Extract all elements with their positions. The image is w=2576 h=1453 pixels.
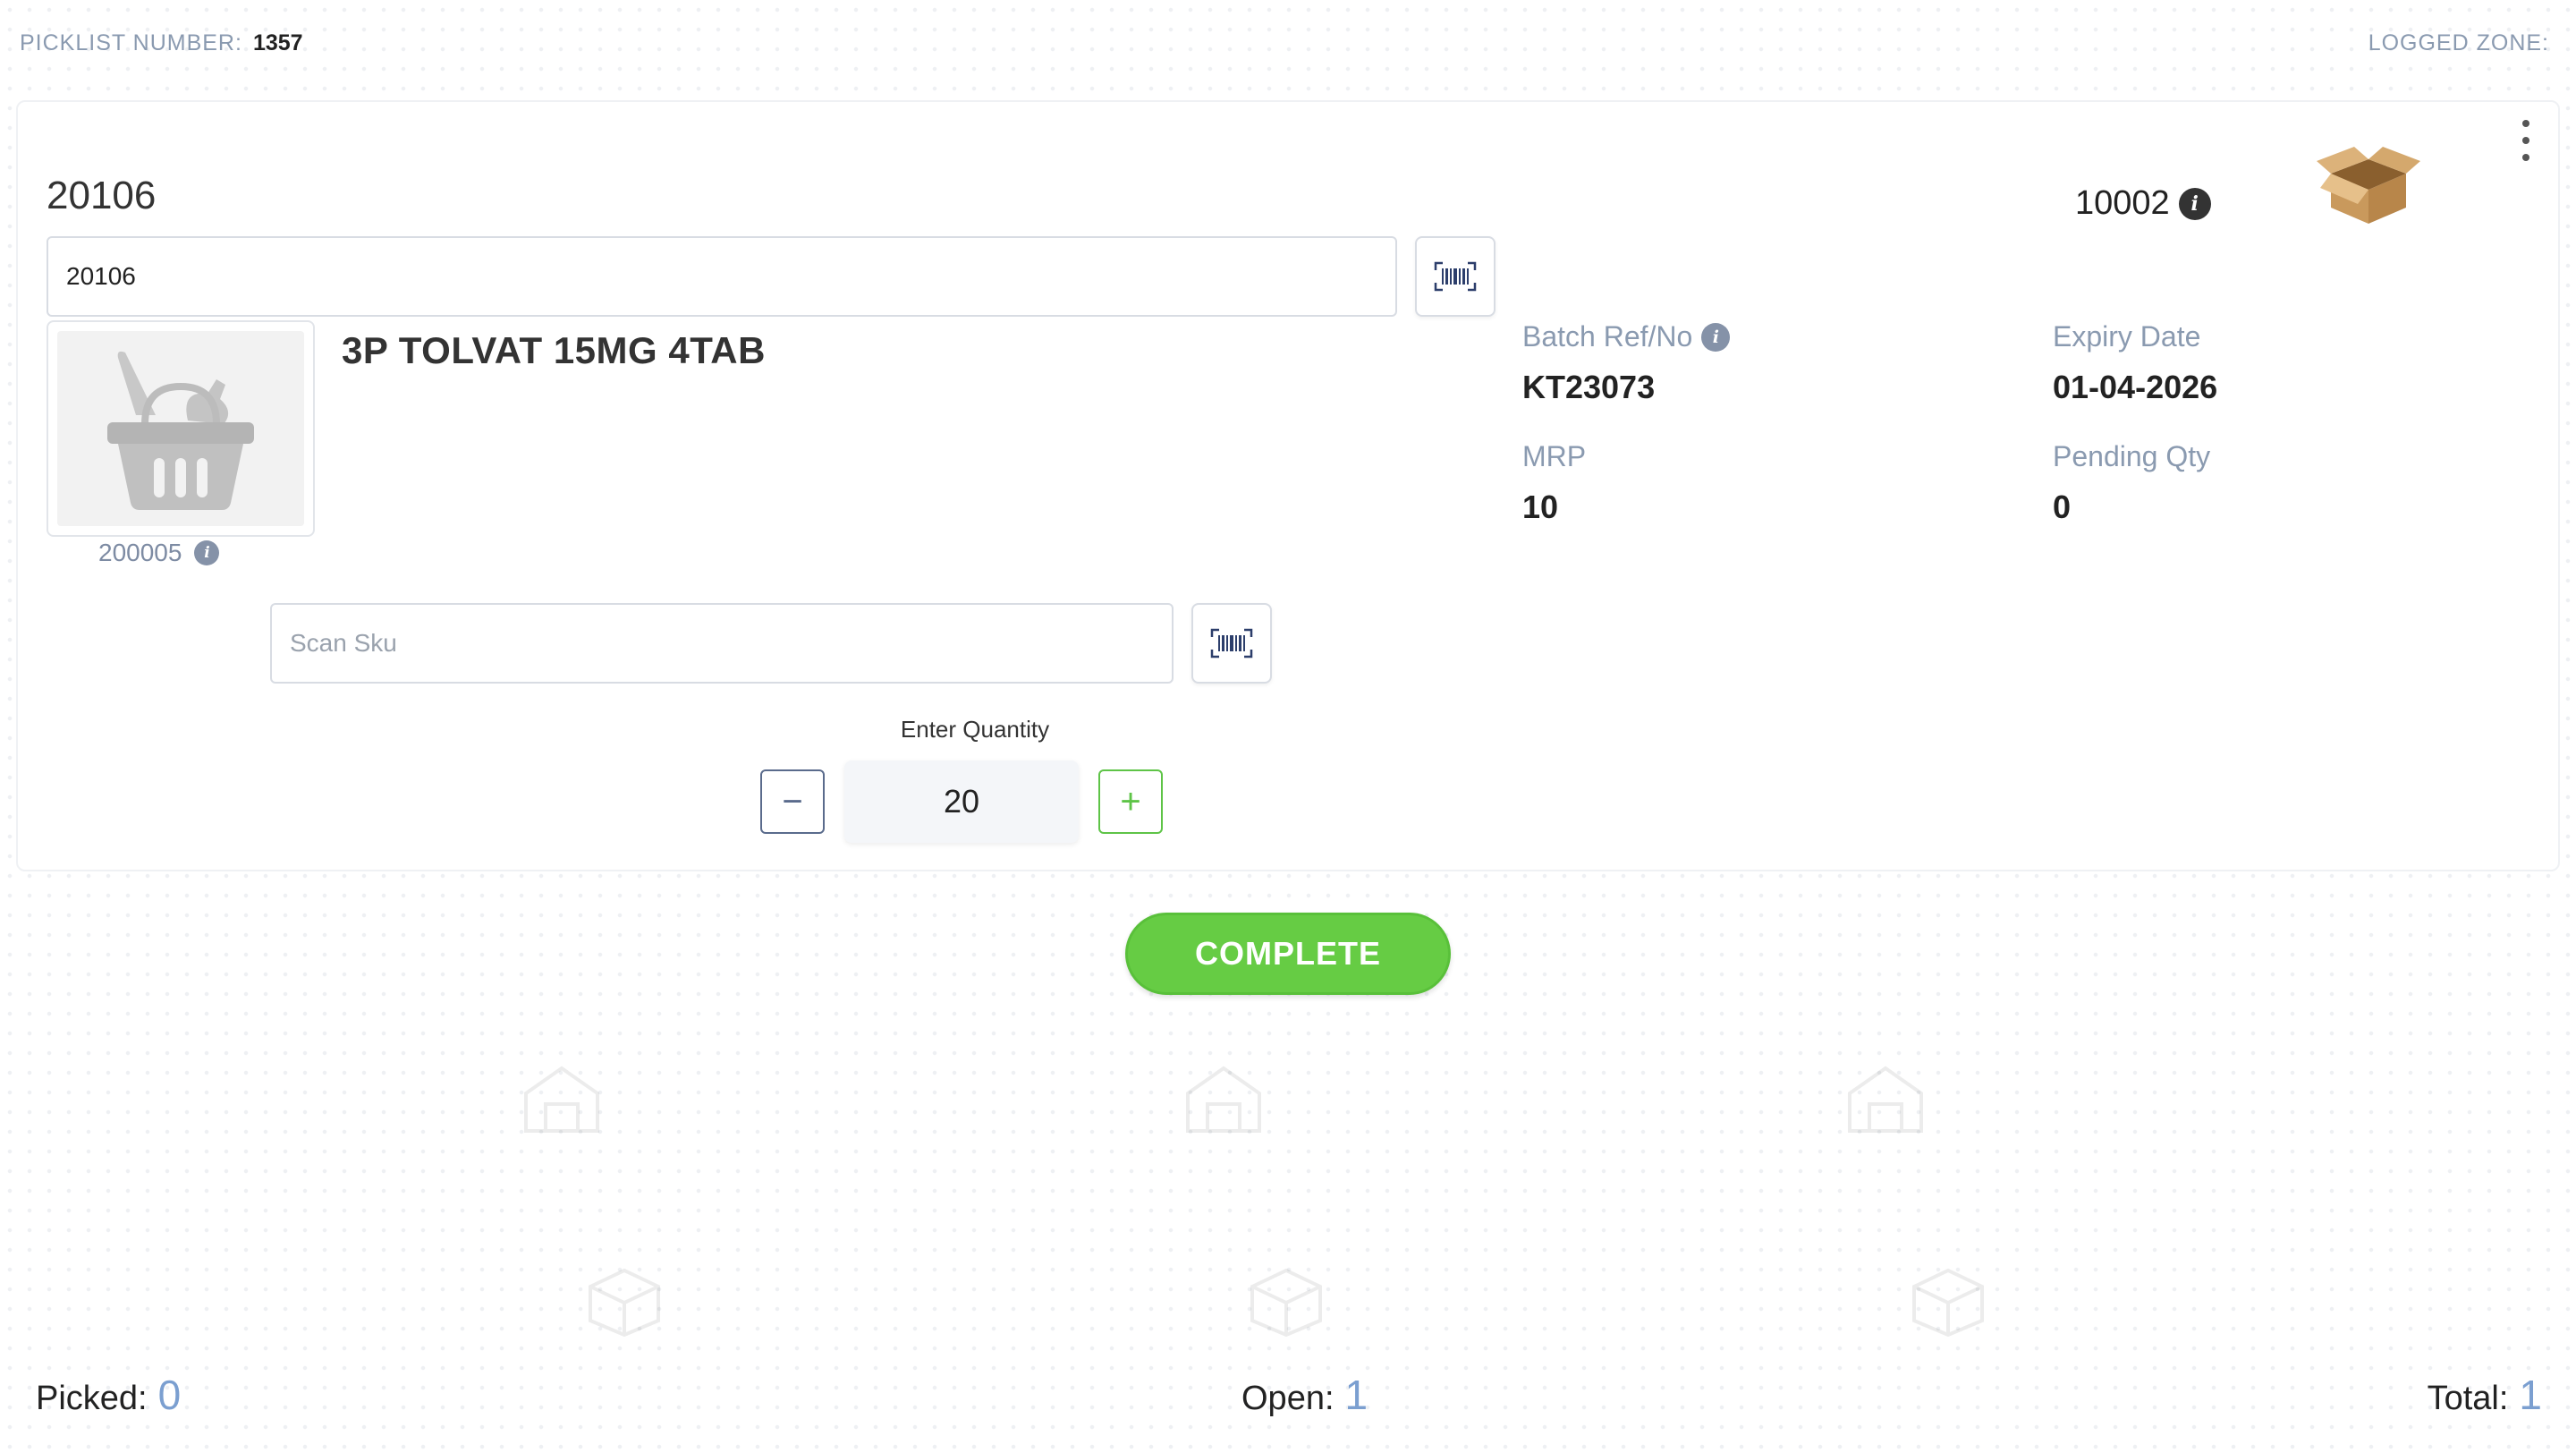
total-label: Total:: [2427, 1380, 2509, 1417]
expiry-value: 01-04-2026: [2053, 369, 2218, 405]
product-name: 3P TOLVAT 15MG 4TAB: [342, 329, 766, 371]
background-box-icon: [1250, 1268, 1322, 1337]
picklist-number: 1357: [252, 30, 303, 55]
background-warehouse-icon: [1848, 1066, 1923, 1133]
enter-quantity-label: Enter Quantity: [900, 716, 1050, 743]
pending-qty-value: 0: [2053, 489, 2072, 525]
barcode-scan-icon: [1210, 628, 1253, 659]
location-input[interactable]: [47, 236, 1397, 317]
logged-zone-label: LOGGED ZONE:: [2368, 30, 2549, 55]
barcode-scan-icon: [1434, 261, 1477, 292]
increase-quantity-button[interactable]: +: [1098, 769, 1163, 834]
tote-info: 10002 i: [2075, 184, 2211, 223]
tote-number: 10002: [2075, 184, 2170, 222]
top-header: PICKLIST NUMBER: 1357 LOGGED ZONE:: [0, 0, 2576, 89]
open-box-icon: [2317, 147, 2420, 224]
sku-code: 200005 i: [98, 539, 220, 567]
batch-info-icon[interactable]: i: [1701, 322, 1731, 352]
more-options-icon[interactable]: [2515, 120, 2537, 161]
quantity-value[interactable]: 20: [844, 760, 1079, 843]
mrp-label: MRP: [1522, 440, 1587, 472]
scan-location-button[interactable]: [1415, 236, 1496, 317]
open-value: 1: [1344, 1372, 1368, 1418]
background-box-icon: [589, 1268, 660, 1337]
background-box-icon: [1912, 1268, 1984, 1337]
expiry-label: Expiry Date: [2053, 320, 2201, 353]
batch-label: Batch Ref/No i: [1522, 320, 1731, 353]
picked-value: 0: [157, 1372, 182, 1418]
picked-count: Picked: 0: [36, 1371, 181, 1419]
background-warehouse-icon: [1186, 1066, 1261, 1133]
tote-info-icon[interactable]: i: [2178, 187, 2211, 220]
scan-sku-input[interactable]: [270, 603, 1174, 684]
shopping-basket-icon: [107, 351, 254, 510]
location-code: 20106: [47, 174, 157, 217]
product-image: [47, 320, 315, 537]
batch-label-text: Batch Ref/No: [1522, 320, 1693, 353]
complete-button[interactable]: COMPLETE: [1125, 913, 1451, 995]
picklist-label: PICKLIST NUMBER:: [20, 30, 242, 55]
decrease-quantity-button[interactable]: −: [760, 769, 825, 834]
pending-qty-label: Pending Qty: [2053, 440, 2211, 472]
total-value: 1: [2519, 1372, 2542, 1418]
picklist-info: PICKLIST NUMBER: 1357: [20, 30, 303, 56]
total-count: Total: 1: [2428, 1371, 2542, 1419]
mrp-value: 10: [1522, 489, 1559, 525]
picked-label: Picked:: [36, 1380, 148, 1417]
open-label: Open:: [1241, 1380, 1335, 1417]
pick-item-card: 20106 10002 i 20106 200005 i 3P TOLVAT 1…: [16, 100, 2560, 871]
sku-info-icon[interactable]: i: [194, 540, 220, 565]
scan-sku-button[interactable]: [1191, 603, 1272, 684]
batch-value: KT23073: [1522, 369, 1656, 405]
background-warehouse-icon: [524, 1066, 599, 1133]
sku-code-value: 200005: [98, 539, 182, 566]
open-count: Open: 1: [1241, 1371, 1368, 1419]
